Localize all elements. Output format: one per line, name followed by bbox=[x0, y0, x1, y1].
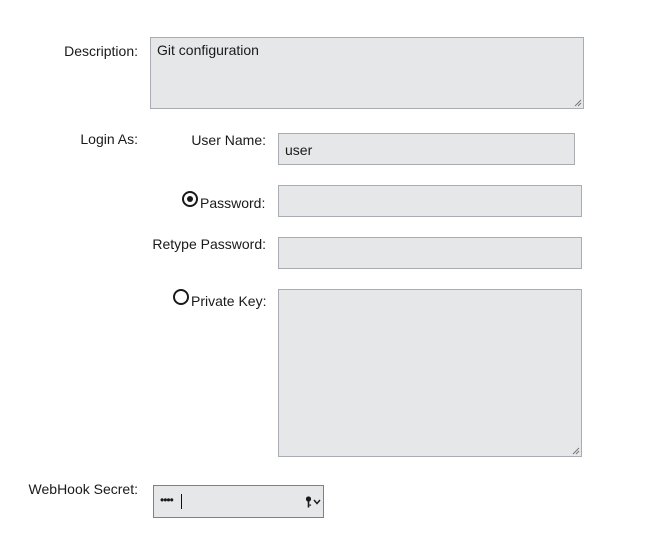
retype-password-label: Retype Password: bbox=[152, 236, 266, 252]
private-key-radio[interactable] bbox=[173, 289, 189, 305]
key-icon[interactable] bbox=[305, 496, 312, 508]
resize-grip-icon[interactable] bbox=[574, 99, 582, 107]
private-key-textarea[interactable] bbox=[278, 289, 582, 457]
description-textarea[interactable]: Git configuration bbox=[150, 37, 584, 109]
text-caret bbox=[181, 494, 182, 509]
password-label: Password: bbox=[200, 195, 266, 211]
description-value: Git configuration bbox=[157, 42, 259, 58]
password-input[interactable] bbox=[278, 185, 582, 217]
webhook-secret-value: •••• bbox=[160, 493, 174, 507]
username-input[interactable]: user bbox=[278, 133, 575, 165]
chevron-down-icon[interactable] bbox=[313, 499, 321, 505]
radio-selected-dot bbox=[187, 196, 193, 202]
login-as-label: Login As: bbox=[80, 131, 138, 147]
retype-password-input[interactable] bbox=[278, 237, 582, 269]
password-radio[interactable] bbox=[182, 191, 198, 207]
username-label: User Name: bbox=[191, 132, 266, 148]
webhook-secret-label: WebHook Secret: bbox=[28, 481, 138, 497]
description-label: Description: bbox=[64, 43, 138, 59]
private-key-label: Private Key: bbox=[191, 293, 267, 309]
username-value: user bbox=[285, 142, 313, 158]
webhook-secret-input[interactable]: •••• bbox=[153, 485, 324, 518]
resize-grip-icon[interactable] bbox=[572, 447, 580, 455]
